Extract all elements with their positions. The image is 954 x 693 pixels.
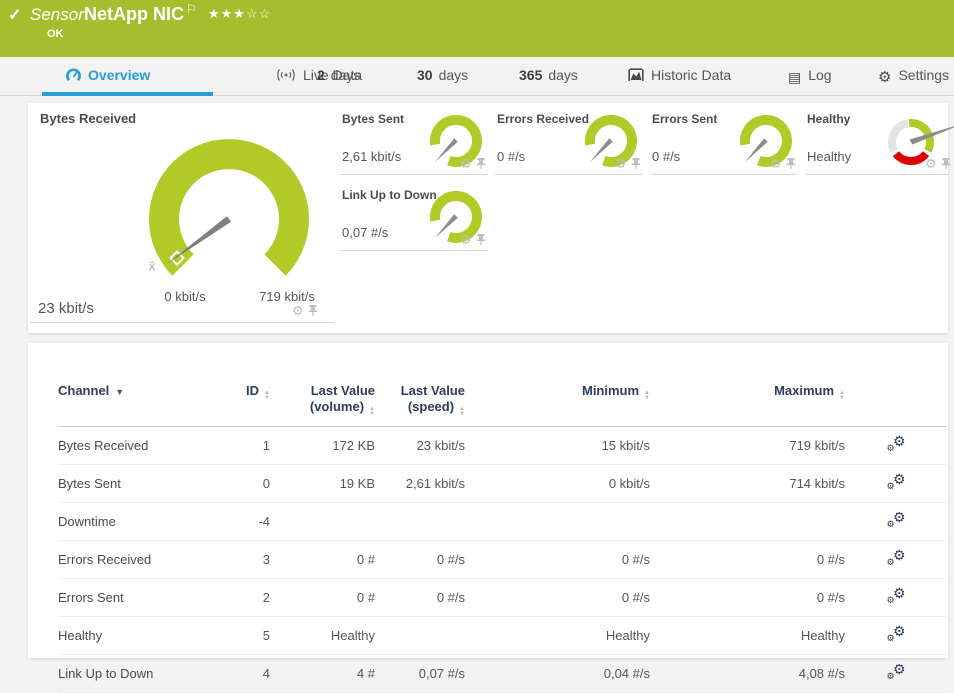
tile-title: Link Up to Down [342, 188, 437, 202]
sensor-tab-bar: Overview Live Data 2days 30days 365days … [0, 57, 954, 96]
tile-title: Errors Received [497, 112, 589, 126]
status-ok-check-icon: ✓ [8, 5, 21, 25]
sort-caret-down-icon: ▼ [115, 387, 124, 397]
table-row: Link Up to Down 4 4 # 0,07 #/s 0,04 #/s … [58, 655, 947, 693]
sort-arrows-icon: ▲▼ [264, 391, 270, 400]
gauge-tile-bytes-sent[interactable]: Bytes Sent 2,61 kbit/s ⚙ [340, 105, 488, 175]
gauge-min-label: 0 kbit/s [145, 289, 225, 304]
sort-arrows-icon: ▲▼ [644, 391, 650, 400]
tab-30-days[interactable]: 30days [417, 67, 468, 83]
column-header-last-value-speed[interactable]: Last Value (speed)▲▼ [375, 381, 465, 427]
tab-overview[interactable]: Overview [66, 67, 150, 83]
active-tab-underline [42, 92, 213, 96]
pin-icon[interactable] [786, 158, 796, 169]
divider [30, 322, 334, 323]
gauge-settings-gear-icon[interactable]: ⚙ [615, 157, 627, 170]
channel-settings-gears-icon[interactable]: ⚙⚙ [887, 588, 906, 604]
gauge-settings-gear-icon[interactable]: ⚙ [460, 233, 472, 246]
gauge-settings-gear-icon[interactable]: ⚙ [770, 157, 782, 170]
main-gauge-title: Bytes Received [40, 111, 136, 126]
pin-icon[interactable] [941, 158, 951, 169]
tile-title: Bytes Sent [342, 112, 404, 126]
tab-historic-data[interactable]: Historic Data [628, 67, 731, 83]
tile-title: Errors Sent [652, 112, 717, 126]
tile-value: 0,07 #/s [342, 225, 388, 240]
svg-text:x̄: x̄ [149, 259, 155, 273]
pin-icon[interactable] [476, 158, 486, 169]
column-header-channel[interactable]: Channel▼ [58, 381, 218, 427]
tile-value: 0 #/s [652, 149, 680, 164]
pin-icon[interactable] [476, 234, 486, 245]
tile-value: Healthy [807, 149, 851, 164]
gauge-tile-errors-received[interactable]: Errors Received 0 #/s ⚙ [495, 105, 643, 175]
channel-table: Channel▼ ID▲▼ Last Value (volume)▲▼ Last… [58, 381, 947, 693]
bytes-received-gauge: x̄ [124, 139, 334, 299]
channel-settings-gears-icon[interactable]: ⚙⚙ [887, 626, 906, 642]
gauge-tile-healthy[interactable]: Healthy Healthy ⚙ [805, 105, 948, 175]
tab-settings[interactable]: ⚙ Settings [878, 67, 949, 86]
pin-icon[interactable] [631, 158, 641, 169]
tab-log-label: Log [808, 67, 831, 83]
sensor-status-badge: OK [47, 28, 64, 40]
pin-icon[interactable] [308, 305, 318, 316]
tab-overview-label: Overview [88, 67, 150, 83]
tab-log[interactable]: ▤ Log [788, 67, 832, 86]
gauge-settings-gear-icon[interactable]: ⚙ [460, 157, 472, 170]
table-row: Errors Received 3 0 # 0 #/s 0 #/s 0 #/s … [58, 541, 947, 579]
gauge-max-label: 719 kbit/s [247, 289, 327, 304]
tab-settings-label: Settings [898, 67, 949, 83]
table-row: Bytes Sent 0 19 KB 2,61 kbit/s 0 kbit/s … [58, 465, 947, 503]
tab-historic-data-label: Historic Data [651, 67, 731, 83]
channel-settings-gears-icon[interactable]: ⚙⚙ [887, 664, 906, 680]
gauge-settings-gear-icon[interactable]: ⚙ [925, 157, 937, 170]
channel-settings-gears-icon[interactable]: ⚙⚙ [887, 436, 906, 452]
tile-value: 0 #/s [497, 149, 525, 164]
channel-settings-gears-icon[interactable]: ⚙⚙ [887, 550, 906, 566]
sort-arrows-icon: ▲▼ [839, 391, 845, 400]
log-list-icon: ▤ [788, 69, 801, 85]
sort-arrows-icon: ▲▼ [459, 407, 465, 416]
table-row: Healthy 5 Healthy Healthy Healthy ⚙⚙ [58, 617, 947, 655]
column-header-maximum[interactable]: Maximum▲▼ [650, 381, 845, 427]
main-gauge-value: 23 kbit/s [38, 300, 94, 317]
broadcast-icon [276, 68, 296, 82]
column-header-actions [845, 381, 947, 427]
sensor-title: NetApp NIC [84, 4, 184, 25]
channel-settings-gears-icon[interactable]: ⚙⚙ [887, 474, 906, 490]
sort-arrows-icon: ▲▼ [369, 407, 375, 416]
channel-settings-gears-icon[interactable]: ⚙⚙ [887, 512, 906, 528]
column-header-last-value-volume[interactable]: Last Value (volume)▲▼ [270, 381, 375, 427]
flag-icon[interactable]: ⚐ [186, 2, 197, 16]
area-chart-icon [628, 68, 644, 82]
gauge-tile-link-up-to-down[interactable]: Link Up to Down 0,07 #/s ⚙ [340, 181, 488, 251]
tab-2-days[interactable]: 2days [317, 67, 360, 83]
sensor-header: ✓ Sensor NetApp NIC ⚐ ★★★☆☆ OK [0, 0, 954, 57]
gauge-settings-gear-icon[interactable]: ⚙ [292, 304, 304, 317]
gauge-icon [66, 68, 81, 82]
object-type-label: Sensor [30, 5, 84, 25]
overview-gauges-panel: Bytes Received x̄ 0 kbit/s 719 kbit/s 23… [28, 103, 948, 333]
table-row: Errors Sent 2 0 # 0 #/s 0 #/s 0 #/s ⚙⚙ [58, 579, 947, 617]
table-row: Bytes Received 1 172 KB 23 kbit/s 15 kbi… [58, 427, 947, 465]
tile-value: 2,61 kbit/s [342, 149, 401, 164]
tile-title: Healthy [807, 112, 850, 126]
column-header-id[interactable]: ID▲▼ [218, 381, 270, 427]
tab-365-days[interactable]: 365days [519, 67, 578, 83]
channel-table-panel: Channel▼ ID▲▼ Last Value (volume)▲▼ Last… [28, 343, 948, 658]
gear-icon: ⚙ [878, 69, 891, 86]
priority-stars[interactable]: ★★★☆☆ [208, 6, 271, 22]
gauge-tile-errors-sent[interactable]: Errors Sent 0 #/s ⚙ [650, 105, 798, 175]
table-row: Downtime -4 ⚙⚙ [58, 503, 947, 541]
table-header-row: Channel▼ ID▲▼ Last Value (volume)▲▼ Last… [58, 381, 947, 427]
column-header-minimum[interactable]: Minimum▲▼ [465, 381, 650, 427]
